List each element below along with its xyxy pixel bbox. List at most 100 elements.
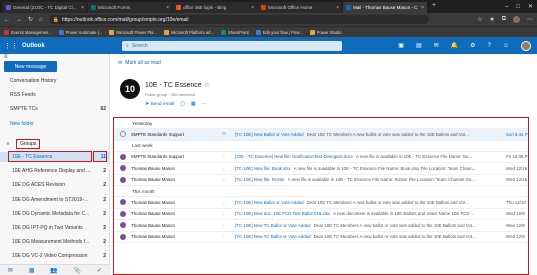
unread-count: 2 — [103, 168, 106, 175]
skype-icon[interactable]: ✉ — [434, 42, 439, 49]
reply-icon[interactable]: ↓ — [219, 223, 229, 228]
group-item[interactable]: 10E DG VC-2 Video Compression 2 — [0, 251, 110, 261]
group-item[interactable]: 10E DG Amendment to ST2019-... 2 — [0, 195, 110, 205]
home-icon[interactable]: ⌂ — [39, 17, 43, 23]
sender-name: Thomas Bause Mason — [131, 222, 175, 228]
close-icon[interactable]: × — [81, 5, 84, 11]
close-icon[interactable]: × — [251, 5, 254, 11]
browser-tab[interactable]: General (21OC - TC Digital Cinem × — [3, 2, 87, 13]
bookmark-item[interactable]: Edit your flow | Pow... — [255, 29, 303, 35]
message-subject: [TC-10E] New Ballot or Vote Added — [235, 131, 304, 137]
reply-icon[interactable]: ↓ — [219, 200, 229, 205]
browser-tab[interactable]: Microsoft Forms × — [88, 2, 172, 13]
word-icon[interactable]: ▤ — [416, 42, 422, 49]
message-row[interactable]: Thomas Bause Mason ↓ [TC-10E] New doc: 10E… — [114, 209, 528, 220]
group-item[interactable]: 10E DG ACES Revision 2 — [0, 180, 110, 190]
bookmark-item[interactable]: Microsoft Power Pla... — [109, 29, 157, 35]
folder-item-rss-feeds[interactable]: RSS Feeds — [0, 90, 110, 100]
groups-label: Groups — [16, 139, 41, 149]
people-icon[interactable]: 👥 — [50, 267, 57, 274]
calendar-icon[interactable]: ▦ — [191, 102, 196, 107]
message-subject: [10E - TC Essence] New file: Notificatio… — [235, 154, 354, 160]
folder-item-smpte-tcs[interactable]: SMPTE TCs 62 — [0, 104, 110, 114]
message-row[interactable]: Thomas Bause Mason ↓ [TC-10E] New TC Ballo… — [114, 232, 528, 243]
group-label: 10E DG ACES Revision — [12, 182, 66, 189]
help-icon[interactable]: ? — [488, 43, 491, 49]
section-header: Yesterday — [114, 118, 528, 129]
browser-tab[interactable]: office 365 login - Bing × — [173, 2, 257, 13]
bookmark-icon — [58, 29, 64, 35]
browser-tab[interactable]: Mail - Thomas Bause Mason - C × — [343, 2, 427, 13]
message-subject: [TC-10E] New TC Ballot or Vote Added — [235, 222, 311, 228]
more-icon[interactable]: ⋯ — [201, 102, 206, 107]
favorites-icon[interactable]: ★ — [489, 16, 494, 23]
sender-name: Thomas Bause Mason — [131, 234, 175, 240]
maximize-icon[interactable]: □ — [516, 4, 520, 10]
back-icon[interactable]: ← — [4, 17, 10, 23]
message-row[interactable]: Thomas Bause Mason ↓ [TC-10E] New TC Ballo… — [114, 220, 528, 232]
bookmark-item[interactable]: Events Managemen... — [4, 29, 52, 35]
reply-icon[interactable]: ↓ — [219, 154, 229, 159]
bookmark-item[interactable]: Power Studio — [309, 29, 342, 35]
highlight-box — [8, 151, 92, 162]
minimize-icon[interactable]: – — [505, 4, 508, 10]
message-list: Yesterday SMPTE Standards Support ✉ [TC-10E… — [113, 117, 529, 275]
browser-address-bar: ← → ↻ ⌂ 🔒 https://outlook.office.com/mai… — [0, 13, 537, 26]
bookmark-icon — [255, 29, 261, 35]
reply-icon[interactable]: ↓ — [219, 166, 229, 171]
close-icon[interactable]: × — [336, 5, 339, 11]
message-row[interactable]: SMPTE Standards Support ↓ [10E - TC Essenc… — [114, 152, 528, 163]
reply-icon[interactable]: ↓ — [219, 211, 229, 216]
profile-avatar[interactable] — [513, 16, 520, 23]
mark-all-read-button[interactable]: ✉ Mark all as read — [118, 60, 161, 66]
more-icon[interactable]: ⋯ — [527, 16, 533, 23]
bookmark-item[interactable]: Microsoft Platform ad... — [163, 29, 214, 35]
message-row[interactable]: SMPTE Standards Support ✉ [TC-10E] New Bal… — [114, 129, 528, 141]
mail-icon[interactable]: ✉ — [8, 267, 13, 274]
user-avatar[interactable] — [521, 40, 531, 51]
forward-icon[interactable]: → — [16, 17, 22, 23]
close-icon[interactable]: × — [166, 5, 169, 11]
close-window-icon[interactable]: ✕ — [528, 3, 533, 10]
groups-header[interactable]: ∨ Groups — [0, 138, 110, 150]
group-item[interactable]: 10E DG Dynamic Metadata for C... 2 — [0, 209, 110, 219]
url-field[interactable]: 🔒 https://outlook.office.com/mail/group/… — [48, 15, 429, 24]
send-email-button[interactable]: ➤ Send email — [145, 102, 174, 107]
bookmark-item[interactable]: Power Automate |... — [58, 29, 102, 35]
message-row[interactable]: Thomas Bause Mason ↓ [TC-10E] New file: Bo… — [114, 163, 528, 175]
files-icon[interactable]: ▢ — [180, 102, 185, 107]
group-item[interactable]: 10E DG IPT-PQ in Two Variants 2 — [0, 223, 110, 233]
message-row[interactable]: Thomas Bause Mason ↓ [TC-10E] New file: Ro… — [114, 175, 528, 186]
new-folder-link[interactable]: New folder — [0, 119, 110, 129]
star-icon[interactable]: ☆ — [204, 82, 210, 89]
tab-favicon — [261, 5, 266, 10]
message-row[interactable]: Thomas Bause Mason ↓ [TC-10E] New Ballot o… — [114, 197, 528, 209]
new-message-button[interactable]: New message — [4, 61, 57, 72]
star-icon[interactable]: ☆ — [477, 16, 482, 23]
search-input[interactable]: ⌕ Search — [122, 40, 342, 51]
new-tab-icon[interactable]: + — [428, 2, 440, 13]
reply-icon[interactable]: ↓ — [219, 177, 229, 182]
close-icon[interactable]: × — [421, 5, 424, 11]
teams-icon[interactable]: ▣ — [398, 42, 404, 49]
bell-icon[interactable]: 🔔 — [451, 42, 458, 49]
folder-item-conversation-history[interactable]: Conversation History — [0, 76, 110, 86]
app-launcher-icon[interactable]: ⋮⋮ — [0, 42, 22, 50]
hamburger-icon[interactable]: ≡ — [4, 54, 8, 60]
reply-icon[interactable]: ↓ — [219, 234, 229, 239]
envelope-icon[interactable]: ✉ — [219, 131, 229, 137]
browser-tab[interactable]: Microsoft Office Home × — [258, 2, 342, 13]
calendar-icon[interactable]: ▦ — [29, 267, 35, 274]
attach-icon[interactable]: 📎 — [74, 267, 81, 274]
group-item[interactable]: 10E DG Measurement Methods f... 2 — [0, 237, 110, 247]
todo-icon[interactable]: ✓ — [97, 267, 102, 274]
extensions-icon[interactable]: ⧉ — [502, 16, 506, 23]
refresh-icon[interactable]: ↻ — [28, 16, 33, 23]
bookmark-item[interactable]: SharePoint — [221, 29, 249, 35]
feedback-icon[interactable]: ☺ — [503, 43, 509, 49]
group-label: 10E DG Amendment to ST2019-... — [12, 196, 89, 203]
gear-icon[interactable]: ⚙ — [470, 42, 475, 49]
group-logo: 10 — [120, 79, 140, 99]
search-placeholder: Search — [131, 42, 148, 49]
group-item[interactable]: 10E AHG Reference Display and ... 2 — [0, 166, 110, 176]
